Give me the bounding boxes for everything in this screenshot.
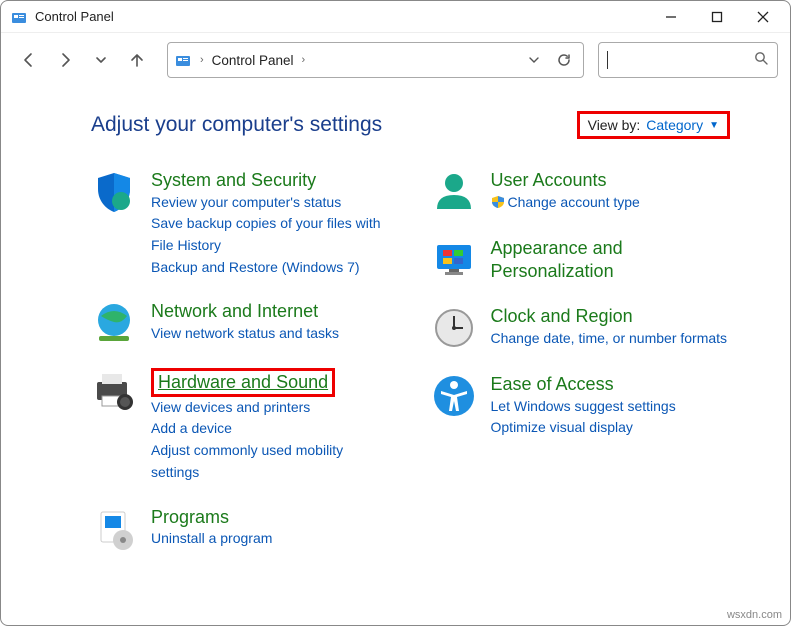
appearance-icon xyxy=(431,237,477,283)
page-heading-row: Adjust your computer's settings View by:… xyxy=(91,111,730,139)
category-network: Network and Internet View network status… xyxy=(91,300,391,346)
minimize-button[interactable] xyxy=(648,1,694,33)
category-link[interactable]: Backup and Restore (Windows 7) xyxy=(151,257,391,279)
printer-icon xyxy=(91,368,137,414)
globe-icon xyxy=(91,300,137,346)
category-link[interactable]: Save backup copies of your files with Fi… xyxy=(151,213,391,256)
category-link[interactable]: Optimize visual display xyxy=(491,417,731,439)
category-title[interactable]: System and Security xyxy=(151,169,391,192)
refresh-button[interactable] xyxy=(551,44,577,76)
category-link[interactable]: Uninstall a program xyxy=(151,528,391,550)
category-title[interactable]: Appearance and Personalization xyxy=(491,237,731,282)
category-appearance: Appearance and Personalization xyxy=(431,237,731,283)
uac-shield-icon xyxy=(491,194,505,208)
view-by-label: View by: xyxy=(588,117,641,133)
recent-dropdown[interactable] xyxy=(85,44,117,76)
forward-button[interactable] xyxy=(49,44,81,76)
content-area: Adjust your computer's settings View by:… xyxy=(1,87,790,572)
nav-toolbar: › Control Panel › xyxy=(1,33,790,87)
category-title[interactable]: Programs xyxy=(151,506,391,529)
category-link[interactable]: View devices and printers xyxy=(151,397,391,419)
category-title[interactable]: User Accounts xyxy=(491,169,731,192)
category-title[interactable]: Clock and Region xyxy=(491,305,731,328)
close-button[interactable] xyxy=(740,1,786,33)
category-link[interactable]: Let Windows suggest settings xyxy=(491,396,731,418)
chevron-right-icon[interactable]: › xyxy=(301,54,305,66)
chevron-right-icon: › xyxy=(200,54,204,66)
category-link[interactable]: Add a device xyxy=(151,418,391,440)
category-title[interactable]: Ease of Access xyxy=(491,373,731,396)
up-button[interactable] xyxy=(121,44,153,76)
category-title[interactable]: Hardware and Sound xyxy=(151,368,335,397)
breadcrumb-item[interactable]: Control Panel xyxy=(212,53,294,68)
caret-down-icon: ▼ xyxy=(709,120,719,131)
address-dropdown[interactable] xyxy=(523,44,545,76)
control-panel-icon xyxy=(174,51,192,69)
category-link[interactable]: Change account type xyxy=(491,192,731,214)
accessibility-icon xyxy=(431,373,477,419)
view-by-value: Category xyxy=(646,117,703,133)
clock-icon xyxy=(431,305,477,351)
programs-icon xyxy=(91,506,137,552)
address-bar[interactable]: › Control Panel › xyxy=(167,42,584,78)
watermark: wsxdn.com xyxy=(727,609,782,621)
category-link[interactable]: Change date, time, or number formats xyxy=(491,328,731,350)
search-icon xyxy=(754,51,769,69)
category-link[interactable]: View network status and tasks xyxy=(151,323,391,345)
back-button[interactable] xyxy=(13,44,45,76)
category-ease: Ease of Access Let Windows suggest setti… xyxy=(431,373,731,439)
control-panel-icon xyxy=(11,9,27,25)
view-by-selector[interactable]: View by: Category ▼ xyxy=(577,111,730,139)
category-clock: Clock and Region Change date, time, or n… xyxy=(431,305,731,351)
category-programs: Programs Uninstall a program xyxy=(91,506,391,552)
search-input[interactable] xyxy=(598,42,778,78)
category-title[interactable]: Network and Internet xyxy=(151,300,391,323)
category-link[interactable]: Adjust commonly used mobility settings xyxy=(151,440,391,483)
page-heading: Adjust your computer's settings xyxy=(91,113,382,137)
category-hardware: Hardware and Sound View devices and prin… xyxy=(91,368,391,483)
category-users: User Accounts Change account type xyxy=(431,169,731,215)
titlebar: Control Panel xyxy=(1,1,790,33)
window-title: Control Panel xyxy=(35,9,114,24)
user-icon xyxy=(431,169,477,215)
category-system-security: System and Security Review your computer… xyxy=(91,169,391,278)
category-link[interactable]: Review your computer's status xyxy=(151,192,391,214)
shield-icon xyxy=(91,169,137,215)
maximize-button[interactable] xyxy=(694,1,740,33)
